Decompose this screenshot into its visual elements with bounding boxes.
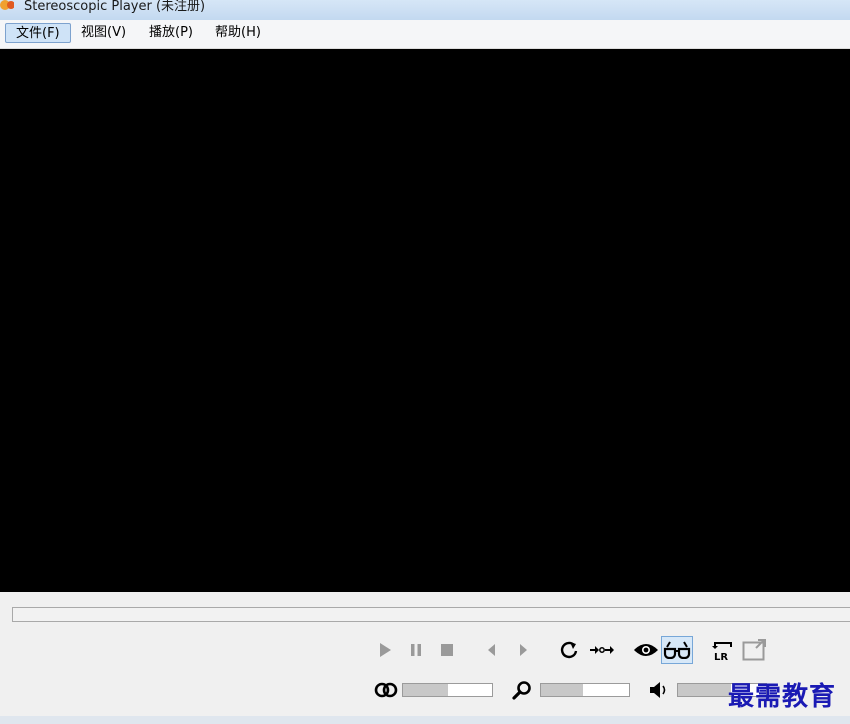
menu-view[interactable]: 视图(V) [71, 23, 136, 43]
volume-slider-fill [678, 684, 731, 696]
menu-file[interactable]: 文件(F) [5, 23, 71, 43]
app-icon [0, 0, 14, 10]
previous-button[interactable] [480, 638, 504, 662]
menu-bar: 文件(F) 视图(V) 播放(P) 帮助(H) [0, 20, 850, 49]
repeat-button[interactable] [557, 638, 581, 662]
next-icon [520, 644, 527, 656]
glasses-button[interactable] [661, 636, 693, 664]
menu-help[interactable]: 帮助(H) [205, 23, 271, 43]
next-button[interactable] [511, 638, 535, 662]
title-bar: Stereoscopic Player (未注册) [0, 0, 850, 20]
seek-bar[interactable] [12, 607, 850, 622]
swap-lr-label: LR [714, 652, 728, 662]
watermark: 最需教育 [728, 682, 837, 712]
window-bottom-edge [0, 716, 850, 724]
sync-icon [590, 646, 614, 654]
zoom-slider[interactable] [540, 683, 630, 697]
parallax-icon [374, 682, 398, 698]
parallax-slider[interactable] [402, 683, 493, 697]
parallax-button[interactable] [372, 678, 400, 702]
menu-play[interactable]: 播放(P) [139, 23, 203, 43]
parallax-slider-fill [403, 684, 448, 696]
repeat-icon [560, 641, 578, 659]
sync-button[interactable] [588, 638, 616, 662]
zoom-button[interactable] [510, 678, 534, 702]
eye-button[interactable] [632, 638, 660, 662]
play-icon [380, 643, 391, 657]
eye-icon [634, 644, 658, 656]
zoom-slider-fill [541, 684, 584, 696]
glasses-icon [663, 641, 691, 659]
fullscreen-icon [742, 639, 766, 661]
play-button[interactable] [373, 638, 397, 662]
stop-button[interactable] [435, 638, 459, 662]
stop-icon [441, 644, 453, 656]
control-panel: LR [0, 592, 850, 724]
window-title: Stereoscopic Player (未注册) [24, 0, 206, 14]
video-area[interactable] [0, 49, 850, 592]
swap-lr-icon: LR [712, 642, 732, 662]
swap-lr-button[interactable]: LR [710, 638, 736, 662]
pause-button[interactable] [404, 638, 428, 662]
volume-button[interactable] [647, 678, 671, 702]
pause-icon [411, 644, 421, 656]
volume-icon [650, 682, 666, 698]
zoom-icon [512, 681, 531, 700]
previous-icon [488, 644, 495, 656]
fullscreen-button[interactable] [741, 638, 767, 662]
